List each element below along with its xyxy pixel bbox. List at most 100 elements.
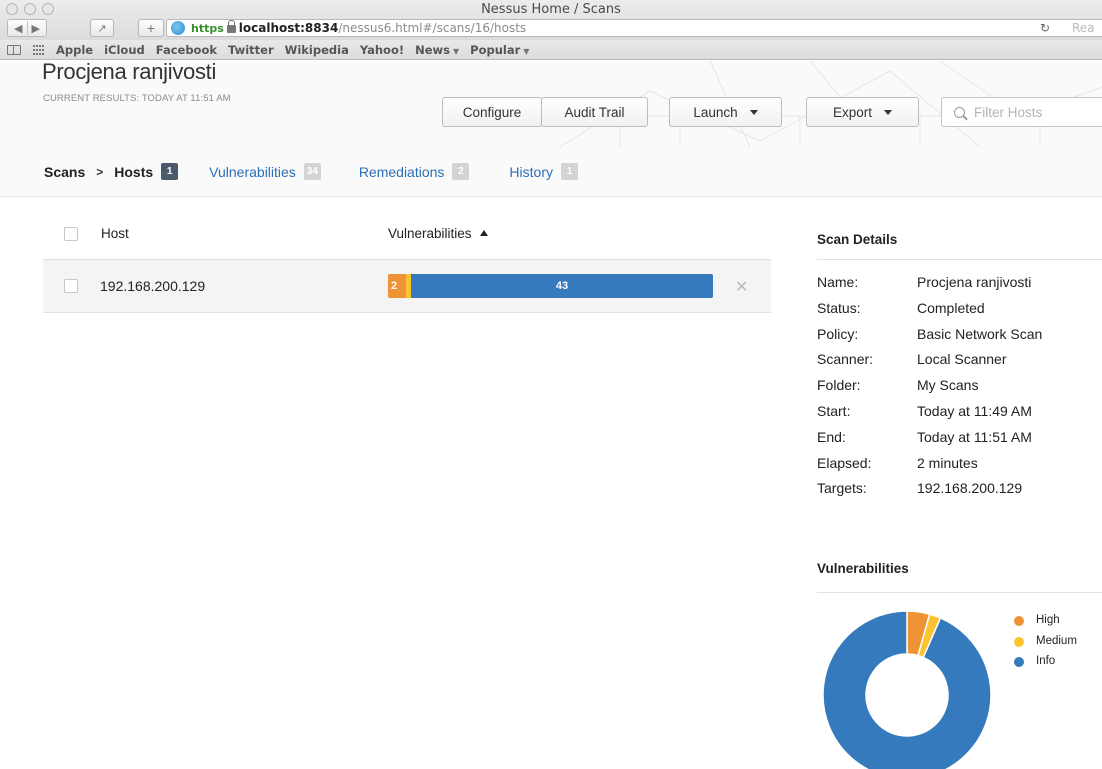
new-tab-button[interactable]: + [138, 19, 164, 37]
detail-label: Name: [817, 274, 859, 290]
address-bar[interactable]: https localhost:8834 /nessus6.html#/scan… [166, 19, 1102, 37]
detail-label: Scanner: [817, 351, 874, 368]
export-button[interactable]: Export [806, 97, 919, 127]
export-label: Export [832, 104, 873, 120]
detail-label: Folder: [817, 377, 861, 394]
legend-item-high: High [1014, 614, 1077, 635]
current-results-timestamp: CURRENT RESULTS: TODAY AT 11:51 AM [43, 93, 231, 104]
detail-value: Completed [917, 299, 985, 316]
detail-value: 2 minutes [917, 454, 978, 471]
top-sites-icon[interactable] [33, 44, 45, 55]
breadcrumb-separator: > [96, 164, 104, 179]
bookmarks-icon[interactable] [7, 44, 21, 55]
high-segment: 2 [388, 274, 406, 298]
tab-remediations[interactable]: Remediations [359, 164, 445, 180]
chevron-down-icon: ▼ [523, 46, 530, 56]
plus-icon: + [146, 20, 156, 36]
legend-dot-info [1014, 657, 1024, 667]
reader-button[interactable]: Rea [1072, 21, 1102, 35]
host-column-header[interactable]: Host [101, 226, 129, 241]
detail-value: Local Scanner [917, 351, 1007, 368]
detail-value: Procjena ranjivosti [917, 274, 1032, 290]
detail-row-folder: Folder: My Scans [817, 377, 1042, 403]
sort-ascending-icon [479, 230, 488, 236]
detail-value: Today at 11:49 AM [917, 402, 1032, 419]
launch-button[interactable]: Launch [669, 97, 782, 127]
hosts-count-badge: 1 [161, 163, 179, 180]
filter-hosts-input[interactable]: Filter Hosts [941, 97, 1102, 127]
bookmark-facebook[interactable]: Facebook [156, 43, 217, 57]
detail-row-elapsed: Elapsed: 2 minutes [817, 455, 1042, 481]
legend-label: Info [1036, 655, 1056, 667]
share-icon: ↗ [97, 22, 107, 35]
remove-host-icon[interactable]: ✕ [735, 277, 748, 297]
history-count-badge: 1 [560, 163, 578, 180]
url-scheme: https [191, 21, 224, 35]
vulnerabilities-column-header[interactable]: Vulnerabilities [388, 226, 488, 241]
bookmark-twitter[interactable]: Twitter [228, 43, 274, 57]
divider [817, 259, 1102, 260]
configure-button[interactable]: Configure [442, 97, 542, 127]
detail-label: Elapsed: [817, 454, 872, 471]
bookmark-folder-news[interactable]: News ▼ [415, 43, 459, 57]
vulnerabilities-count-badge: 34 [303, 163, 321, 180]
row-checkbox[interactable] [64, 279, 78, 293]
back-forward-buttons[interactable]: ◀ ▶ [7, 19, 47, 37]
chevron-down-icon [749, 109, 758, 115]
chevron-down-icon [884, 109, 893, 115]
detail-label: Policy: [817, 325, 859, 342]
select-all-checkbox[interactable] [64, 227, 78, 241]
share-button[interactable]: ↗ [90, 19, 114, 37]
table-row[interactable]: 192.168.200.129 2 43 ✕ [43, 259, 771, 313]
legend-label: High [1036, 614, 1060, 626]
legend-dot-high [1014, 616, 1024, 626]
legend-item-medium: Medium [1014, 635, 1077, 656]
back-icon[interactable]: ◀ [14, 22, 22, 35]
bookmark-popular-label: Popular [470, 42, 521, 57]
legend-dot-medium [1014, 636, 1024, 647]
detail-label: End: [817, 428, 846, 445]
bookmark-icloud[interactable]: iCloud [104, 43, 145, 57]
bookmark-yahoo[interactable]: Yahoo! [360, 43, 404, 57]
detail-row-start: Start: Today at 11:49 AM [817, 403, 1042, 429]
donut-slice-info[interactable] [822, 610, 992, 769]
site-favicon-icon [171, 21, 185, 35]
browser-toolbar: ◀ ▶ ↗ + https localhost:8834 /nessus6.htm… [0, 16, 1102, 40]
page-title: Procjena ranjivosti [42, 61, 217, 84]
lock-icon [226, 20, 236, 33]
bookmark-news-label: News [415, 42, 450, 57]
detail-row-targets: Targets: 192.168.200.129 [817, 480, 1042, 506]
detail-label: Start: [817, 402, 851, 419]
chevron-down-icon: ▼ [453, 46, 460, 56]
bookmark-apple[interactable]: Apple [56, 43, 93, 57]
host-ip[interactable]: 192.168.200.129 [100, 278, 205, 294]
tab-history[interactable]: History [509, 164, 553, 180]
vulnerability-bar[interactable]: 2 43 [388, 274, 713, 298]
detail-label: Targets: [817, 480, 867, 497]
launch-label: Launch [693, 104, 738, 120]
tab-hosts[interactable]: Hosts [114, 164, 153, 180]
scan-details-list: Name: Procjena ranjivosti Status: Complete… [817, 274, 1042, 506]
detail-row-end: End: Today at 11:51 AM [817, 429, 1042, 455]
url-path: /nessus6.html#/scans/16/hosts [338, 21, 527, 35]
chart-legend: High Medium Info [1014, 614, 1077, 676]
search-icon [954, 106, 965, 118]
scan-tabs: Scans > Hosts 1 Vulnerabilities 34 Remed… [0, 147, 1102, 197]
forward-icon[interactable]: ▶ [32, 22, 40, 35]
detail-value: Basic Network Scan [917, 325, 1043, 342]
legend-label: Medium [1036, 634, 1077, 647]
reload-icon[interactable]: ↻ [1040, 21, 1050, 35]
tab-vulnerabilities[interactable]: Vulnerabilities [209, 164, 296, 180]
bookmarks-bar: Apple iCloud Facebook Twitter Wikipedia … [0, 40, 1102, 60]
bookmark-folder-popular[interactable]: Popular ▼ [470, 43, 529, 57]
detail-value: My Scans [917, 377, 979, 394]
breadcrumb-scans[interactable]: Scans [44, 164, 85, 180]
window-title: Nessus Home / Scans [481, 2, 621, 17]
vulnerabilities-column-label: Vulnerabilities [388, 226, 472, 241]
bookmark-wikipedia[interactable]: Wikipedia [285, 43, 349, 57]
url-host: localhost:8834 [238, 21, 339, 35]
vulnerabilities-donut-chart[interactable] [822, 610, 1000, 769]
info-segment: 43 [411, 274, 713, 298]
legend-item-info: Info [1014, 655, 1077, 676]
audit-trail-button[interactable]: Audit Trail [541, 97, 648, 127]
